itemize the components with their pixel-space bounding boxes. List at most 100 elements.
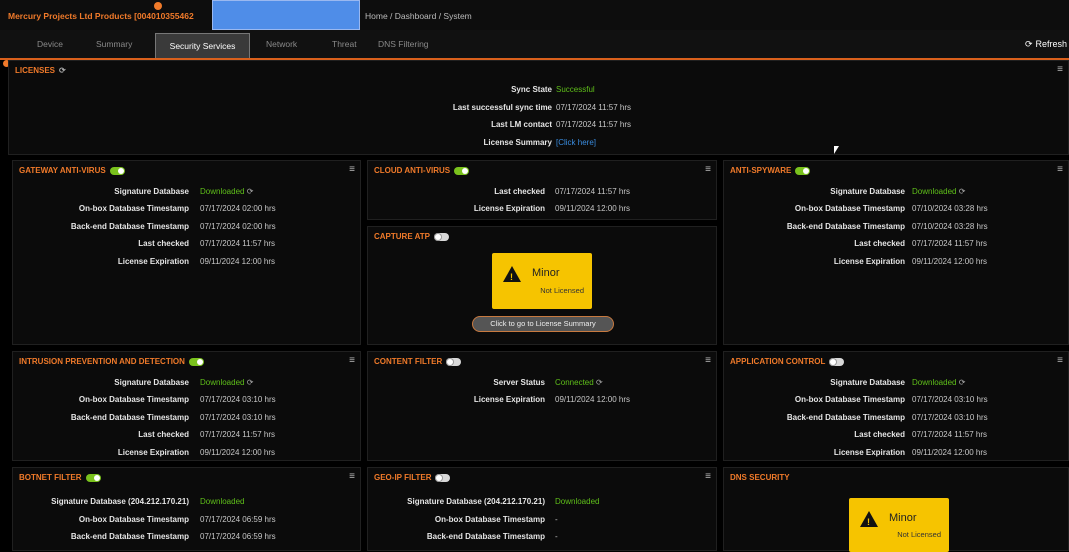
warning-title: Minor — [889, 512, 917, 524]
capture-atp-toggle[interactable] — [434, 232, 449, 241]
row-value: 07/10/2024 03:28 hrs — [912, 222, 988, 231]
capture-atp-panel: CAPTURE ATP ! Minor Not Licensed Click t… — [367, 226, 717, 345]
refresh-icon: ⟳ — [1024, 39, 1033, 49]
row-value: Downloaded — [200, 497, 245, 506]
row-value: Connected ⟳ — [555, 378, 603, 387]
licenses-panel: LICENSES ⟳ ≡ Sync State Successful Last su… — [8, 60, 1069, 155]
licenses-menu-icon[interactable]: ≡ — [1057, 65, 1063, 75]
geoip-menu-icon[interactable]: ≡ — [705, 472, 711, 482]
app-control-title: APPLICATION CONTROL — [730, 357, 826, 366]
row-label: Last checked — [138, 430, 189, 439]
row-value: 07/17/2024 11:57 hrs — [912, 430, 988, 439]
row-label: On-box Database Timestamp — [434, 515, 545, 524]
row-value: 07/17/2024 03:10 hrs — [200, 413, 276, 422]
row-value: - — [555, 532, 558, 541]
tab-summary[interactable]: Summary — [96, 39, 132, 49]
row-value: 09/11/2024 12:00 hrs — [200, 257, 276, 266]
row-label: Back-end Database Timestamp — [426, 532, 545, 541]
breadcrumb[interactable]: Home / Dashboard / System — [365, 11, 472, 21]
refresh-button[interactable]: ⟳ Refresh — [1025, 39, 1067, 50]
refresh-icon: ⟳ — [595, 378, 603, 387]
geoip-title: GEO-IP FILTER — [374, 473, 432, 482]
capture-atp-title: CAPTURE ATP — [374, 232, 430, 241]
warning-subtitle: Not Licensed — [540, 286, 584, 295]
top-bar: Mercury Projects Ltd Products [004010355… — [0, 0, 1069, 30]
content-filter-menu-icon[interactable]: ≡ — [705, 356, 711, 366]
botnet-menu-icon[interactable]: ≡ — [349, 472, 355, 482]
row-value: 09/11/2024 12:00 hrs — [555, 204, 631, 213]
row-value: 07/17/2024 02:00 hrs — [200, 204, 276, 213]
geoip-toggle[interactable] — [435, 473, 451, 482]
last-lm-value: 07/17/2024 11:57 hrs — [556, 120, 632, 129]
row-label: On-box Database Timestamp — [78, 395, 189, 404]
row-label: On-box Database Timestamp — [794, 204, 905, 213]
cloud-av-panel: CLOUD ANTI-VIRUS ≡ Last checked 07/17/202… — [367, 160, 717, 220]
row-value: 07/17/2024 03:10 hrs — [912, 395, 988, 404]
ips-toggle[interactable] — [188, 357, 204, 366]
cloud-av-menu-icon[interactable]: ≡ — [705, 165, 711, 175]
row-label: Signature Database — [114, 187, 189, 196]
row-label: Last checked — [854, 239, 905, 248]
row-label: Back-end Database Timestamp — [70, 532, 189, 541]
row-value: 07/17/2024 11:57 hrs — [200, 430, 276, 439]
anti-spyware-toggle[interactable] — [795, 166, 811, 175]
ips-panel: INTRUSION PREVENTION AND DETECTION ≡ Sig… — [12, 351, 361, 461]
gateway-av-panel: GATEWAY ANTI-VIRUS ≡ Signature Database D… — [12, 160, 361, 345]
license-summary-button[interactable]: Click to go to License Summary — [472, 316, 614, 332]
row-value: 09/11/2024 12:00 hrs — [200, 448, 276, 457]
row-value: - — [555, 515, 558, 524]
gateway-av-title: GATEWAY ANTI-VIRUS — [19, 166, 106, 175]
content-filter-title: CONTENT FILTER — [374, 357, 443, 366]
warning-title: Minor — [532, 267, 560, 279]
ips-title: INTRUSION PREVENTION AND DETECTION — [19, 357, 185, 366]
tab-security-services[interactable]: Security Services — [155, 33, 250, 58]
content-filter-panel: CONTENT FILTER ≡ Server Status Connected … — [367, 351, 717, 461]
tab-threat[interactable]: Threat — [332, 39, 357, 49]
anti-spyware-panel: ANTI-SPYWARE ≡ Signature Database Downloa… — [723, 160, 1069, 345]
row-value: 07/17/2024 02:00 hrs — [200, 222, 276, 231]
anti-spyware-title: ANTI-SPYWARE — [730, 166, 792, 175]
gateway-av-menu-icon[interactable]: ≡ — [349, 165, 355, 175]
row-value: 07/17/2024 03:10 hrs — [912, 413, 988, 422]
app-control-menu-icon[interactable]: ≡ — [1057, 356, 1063, 366]
row-value: Downloaded ⟳ — [200, 187, 254, 196]
botnet-title: BOTNET FILTER — [19, 473, 82, 482]
row-label: On-box Database Timestamp — [78, 204, 189, 213]
refresh-icon: ⟳ — [958, 378, 966, 387]
row-label: Back-end Database Timestamp — [786, 222, 905, 231]
tab-device[interactable]: Device — [37, 39, 63, 49]
row-label: License Expiration — [117, 448, 189, 457]
tab-dns-filtering[interactable]: DNS Filtering — [378, 39, 429, 49]
gateway-av-toggle[interactable] — [109, 166, 125, 175]
row-value: 07/17/2024 11:57 hrs — [912, 239, 988, 248]
mouse-cursor — [834, 146, 839, 154]
geoip-panel: GEO-IP FILTER ≡ Signature Database (204.… — [367, 467, 717, 551]
row-label: Signature Database — [830, 378, 905, 387]
license-summary-label: License Summary — [483, 138, 552, 147]
row-label: License Expiration — [833, 257, 905, 266]
content-filter-toggle[interactable] — [446, 357, 462, 366]
row-label: Back-end Database Timestamp — [786, 413, 905, 422]
row-label: Signature Database (204.212.170.21) — [407, 497, 545, 506]
warning-badge: ! Minor Not Licensed — [849, 498, 949, 552]
app-control-toggle[interactable] — [829, 357, 845, 366]
last-sync-label: Last successful sync time — [452, 103, 552, 112]
row-label: On-box Database Timestamp — [794, 395, 905, 404]
row-label: Server Status — [493, 378, 545, 387]
botnet-panel: BOTNET FILTER ≡ Signature Database (204.… — [12, 467, 361, 551]
refresh-icon: ⟳ — [246, 378, 254, 387]
product-title[interactable]: Mercury Projects Ltd Products [004010355… — [8, 11, 194, 21]
licenses-title: LICENSES — [15, 66, 56, 75]
anti-spyware-menu-icon[interactable]: ≡ — [1057, 165, 1063, 175]
sync-icon[interactable]: ⟳ — [59, 66, 66, 75]
row-label: License Expiration — [473, 395, 545, 404]
ips-menu-icon[interactable]: ≡ — [349, 356, 355, 366]
license-summary-link[interactable]: [Click here] — [556, 137, 596, 149]
cloud-av-toggle[interactable] — [454, 166, 470, 175]
row-value: Downloaded — [555, 497, 600, 506]
row-label: Back-end Database Timestamp — [70, 413, 189, 422]
botnet-toggle[interactable] — [85, 473, 101, 482]
tab-network[interactable]: Network — [266, 39, 297, 49]
row-value: 07/17/2024 06:59 hrs — [200, 532, 276, 541]
dns-security-panel: DNS SECURITY ! Minor Not Licensed — [723, 467, 1069, 552]
